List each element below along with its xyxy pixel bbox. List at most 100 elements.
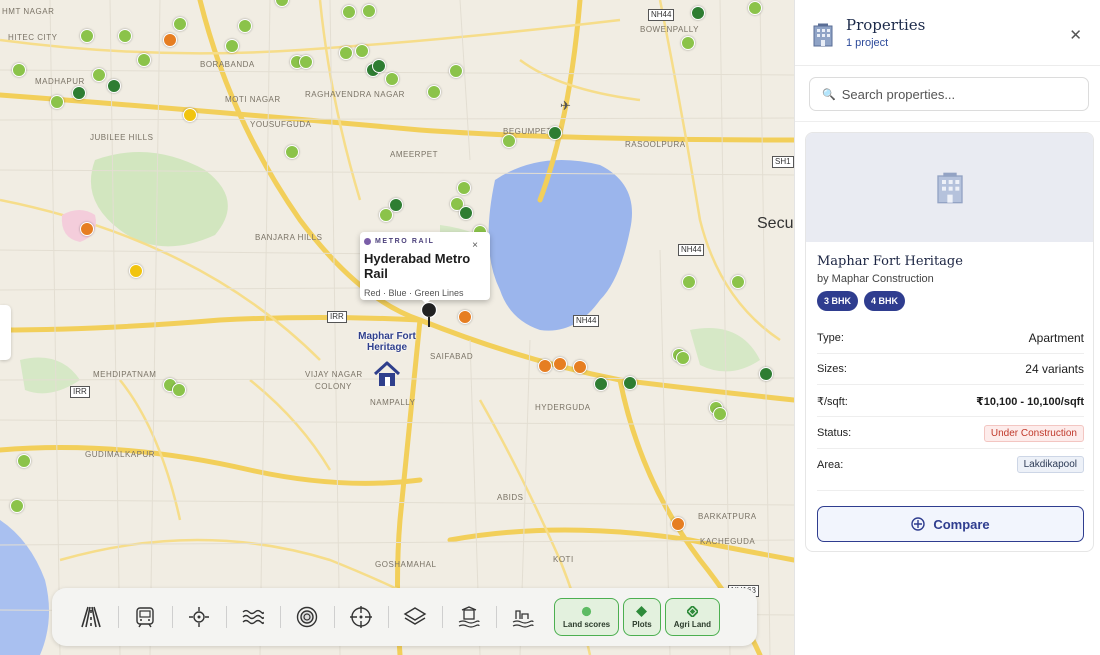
agri-land-layer-button[interactable]: Agri Land: [664, 598, 721, 636]
detail-key: ₹/sqft:: [817, 395, 848, 408]
property-marker[interactable]: [502, 134, 516, 148]
property-marker[interactable]: [671, 517, 685, 531]
land-scores-label: Land scores: [563, 619, 611, 629]
property-marker[interactable]: [457, 181, 471, 195]
compare-label: Compare: [933, 516, 990, 532]
property-marker[interactable]: [342, 5, 356, 19]
compare-button[interactable]: Compare: [817, 506, 1084, 542]
property-marker[interactable]: [50, 95, 64, 109]
popup-close-button[interactable]: ×: [472, 240, 478, 251]
property-marker[interactable]: [129, 264, 143, 278]
property-marker[interactable]: [449, 64, 463, 78]
property-marker[interactable]: [748, 1, 762, 15]
detail-key: Sizes:: [817, 363, 847, 375]
property-marker[interactable]: [681, 36, 695, 50]
metro-train-icon: [136, 607, 154, 628]
property-marker[interactable]: [379, 208, 393, 222]
map-label: SAIFABAD: [430, 352, 474, 361]
map-canvas[interactable]: HMT NAGAR HITEC CITY MADHAPUR BORABANDA …: [0, 0, 794, 655]
property-marker[interactable]: [92, 68, 106, 82]
map-label: BANJARA HILLS: [255, 233, 323, 242]
panel-header: Properties 1 project ✕: [795, 0, 1100, 66]
map-label: BOWENPALLY: [640, 25, 699, 34]
property-marker[interactable]: [459, 206, 473, 220]
property-marker[interactable]: [339, 46, 353, 60]
area-badge: Lakdikapool: [1016, 456, 1084, 473]
property-marker[interactable]: [713, 407, 727, 421]
property-marker[interactable]: [80, 222, 94, 236]
project-pin[interactable]: Maphar Fort Heritage: [352, 331, 422, 392]
divider: [817, 490, 1084, 491]
property-marker[interactable]: [594, 377, 608, 391]
panel-close-button[interactable]: ✕: [1069, 26, 1082, 44]
property-marker[interactable]: [573, 360, 587, 374]
map-side-handle[interactable]: [0, 305, 11, 360]
property-marker[interactable]: [759, 367, 773, 381]
property-marker[interactable]: [72, 86, 86, 100]
property-marker[interactable]: [548, 126, 562, 140]
property-marker[interactable]: [183, 108, 197, 122]
map-label: YOUSUFGUDA: [250, 120, 312, 129]
property-card[interactable]: Maphar Fort Heritage by Maphar Construct…: [805, 132, 1094, 552]
layers-tool-button[interactable]: [388, 597, 442, 637]
search-box[interactable]: 🔍: [809, 77, 1089, 111]
location-tool-button[interactable]: [172, 597, 226, 637]
property-marker[interactable]: [682, 275, 696, 289]
divider: [795, 121, 1100, 122]
factory-tool-button[interactable]: [496, 597, 550, 637]
detail-key: Area:: [817, 458, 844, 471]
target-tool-button[interactable]: [334, 597, 388, 637]
metro-tool-button[interactable]: [118, 597, 172, 637]
property-marker[interactable]: [385, 72, 399, 86]
map-label: BORABANDA: [200, 60, 255, 69]
property-marker[interactable]: [458, 310, 472, 324]
project-pin-label-line1: Maphar Fort: [358, 331, 416, 342]
property-marker[interactable]: [731, 275, 745, 289]
land-scores-layer-button[interactable]: Land scores: [554, 598, 620, 636]
property-marker[interactable]: [538, 359, 552, 373]
bhk-tag: 3 BHK: [817, 291, 859, 311]
property-marker[interactable]: [427, 85, 441, 99]
detail-value: 24 variants: [1025, 362, 1084, 376]
property-marker[interactable]: [107, 79, 121, 93]
property-marker[interactable]: [118, 29, 132, 43]
detail-value: ₹10,100 - 10,100/sqft: [976, 395, 1084, 408]
property-marker[interactable]: [17, 454, 31, 468]
property-marker[interactable]: [163, 33, 177, 47]
plots-layer-button[interactable]: Plots: [623, 598, 661, 636]
road-icon: [81, 606, 101, 628]
property-marker[interactable]: [285, 145, 299, 159]
detail-value: Apartment: [1028, 331, 1084, 345]
property-marker[interactable]: [137, 53, 151, 67]
layers-icon: [403, 607, 427, 625]
property-marker[interactable]: [355, 44, 369, 58]
property-marker[interactable]: [676, 351, 690, 365]
highway-label: IRR: [327, 311, 347, 323]
water-tool-button[interactable]: [226, 597, 280, 637]
property-marker[interactable]: [172, 383, 186, 397]
plots-label: Plots: [632, 619, 652, 629]
property-marker[interactable]: [372, 59, 386, 73]
ring-road-tool-button[interactable]: [280, 597, 334, 637]
property-marker[interactable]: [362, 4, 376, 18]
detail-row-price: ₹/sqft: ₹10,100 - 10,100/sqft: [817, 386, 1084, 417]
house-icon: [373, 361, 401, 386]
property-marker[interactable]: [691, 6, 705, 20]
property-marker[interactable]: [173, 17, 187, 31]
road-tool-button[interactable]: [64, 597, 118, 637]
metro-pin-icon[interactable]: [420, 302, 438, 328]
property-marker[interactable]: [238, 19, 252, 33]
property-marker[interactable]: [225, 39, 239, 53]
property-marker[interactable]: [80, 29, 94, 43]
property-marker[interactable]: [553, 357, 567, 371]
search-input[interactable]: [841, 86, 1072, 102]
property-marker[interactable]: [299, 55, 313, 69]
airport-icon: ✈: [560, 98, 571, 113]
property-marker[interactable]: [10, 499, 24, 513]
highway-label: SH1: [772, 156, 794, 168]
property-marker[interactable]: [623, 376, 637, 390]
map-label: GUDIMALKAPUR: [85, 450, 156, 459]
highway-label: NH44: [648, 9, 675, 21]
property-marker[interactable]: [12, 63, 26, 77]
lake-building-tool-button[interactable]: [442, 597, 496, 637]
